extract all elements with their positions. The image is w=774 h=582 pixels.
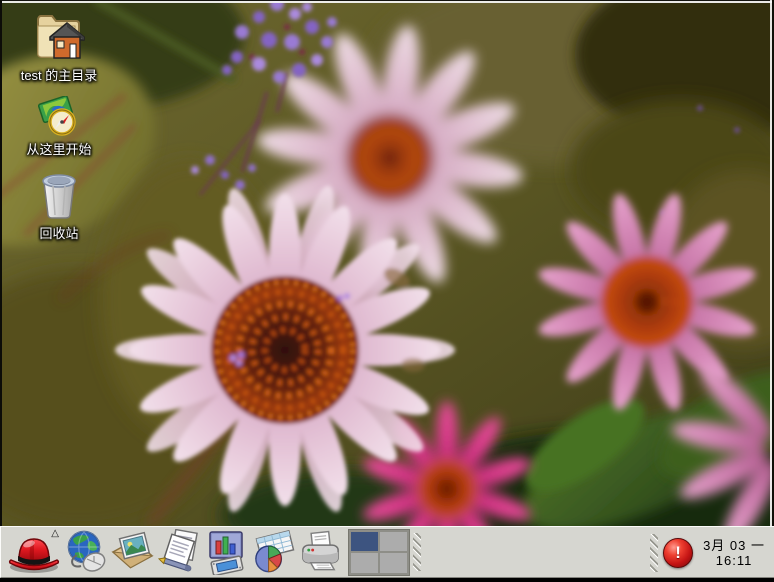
- spreadsheet-icon: [250, 530, 297, 574]
- desktop[interactable]: test 的主目录 从这里开始: [0, 0, 774, 526]
- clock-applet[interactable]: 3月 03 一 16:11: [703, 538, 769, 568]
- desktop-icon-home-folder[interactable]: test 的主目录: [4, 8, 114, 84]
- main-menu-button[interactable]: △: [6, 529, 62, 575]
- word-processor-icon: [156, 529, 203, 575]
- alert-notification-icon: !: [663, 538, 693, 568]
- presentation-icon: [204, 529, 250, 575]
- workspace-cell[interactable]: [351, 553, 378, 573]
- web-browser-icon: [63, 529, 109, 575]
- workspace-switcher[interactable]: [348, 529, 410, 576]
- clock-time: 16:11: [703, 553, 765, 568]
- panel-right-section: ! 3月 03 一 16:11: [647, 527, 769, 578]
- launcher-web-browser[interactable]: [62, 528, 109, 576]
- clock-date: 3月 03 一: [703, 538, 765, 553]
- launcher-spreadsheet[interactable]: [250, 528, 297, 576]
- launcher-email[interactable]: [109, 528, 156, 576]
- screen: test 的主目录 从这里开始: [0, 0, 774, 582]
- workspace-cell[interactable]: [380, 532, 407, 552]
- desktop-icon-label: 从这里开始: [26, 139, 91, 158]
- desktop-icon-label: test 的主目录: [21, 65, 98, 84]
- workspace-cell[interactable]: [351, 532, 378, 552]
- wallpaper-photo: [0, 0, 774, 526]
- desktop-icon-label: 回收站: [39, 223, 78, 242]
- printer-icon: [297, 530, 344, 574]
- alert-glyph: !: [675, 544, 681, 561]
- workspace-cell[interactable]: [380, 553, 407, 573]
- start-here-icon: [38, 96, 80, 136]
- redhat-menu-icon: [7, 533, 61, 575]
- trash-icon: [38, 170, 80, 220]
- launcher-printer[interactable]: [297, 528, 344, 576]
- email-icon: [109, 530, 156, 574]
- menu-arrow-icon: △: [51, 529, 59, 539]
- panel-drag-handle[interactable]: [650, 534, 658, 572]
- launcher-presentation[interactable]: [203, 528, 250, 576]
- bottom-panel: △: [0, 526, 774, 578]
- home-folder-icon: [30, 8, 88, 62]
- screen-bottom-strip: [0, 578, 774, 582]
- panel-drag-handle[interactable]: [413, 533, 421, 571]
- launcher-word-processor[interactable]: [156, 528, 203, 576]
- desktop-icon-start-here[interactable]: 从这里开始: [4, 96, 114, 158]
- desktop-icon-trash[interactable]: 回收站: [4, 170, 114, 242]
- alert-notification-button[interactable]: !: [661, 536, 695, 570]
